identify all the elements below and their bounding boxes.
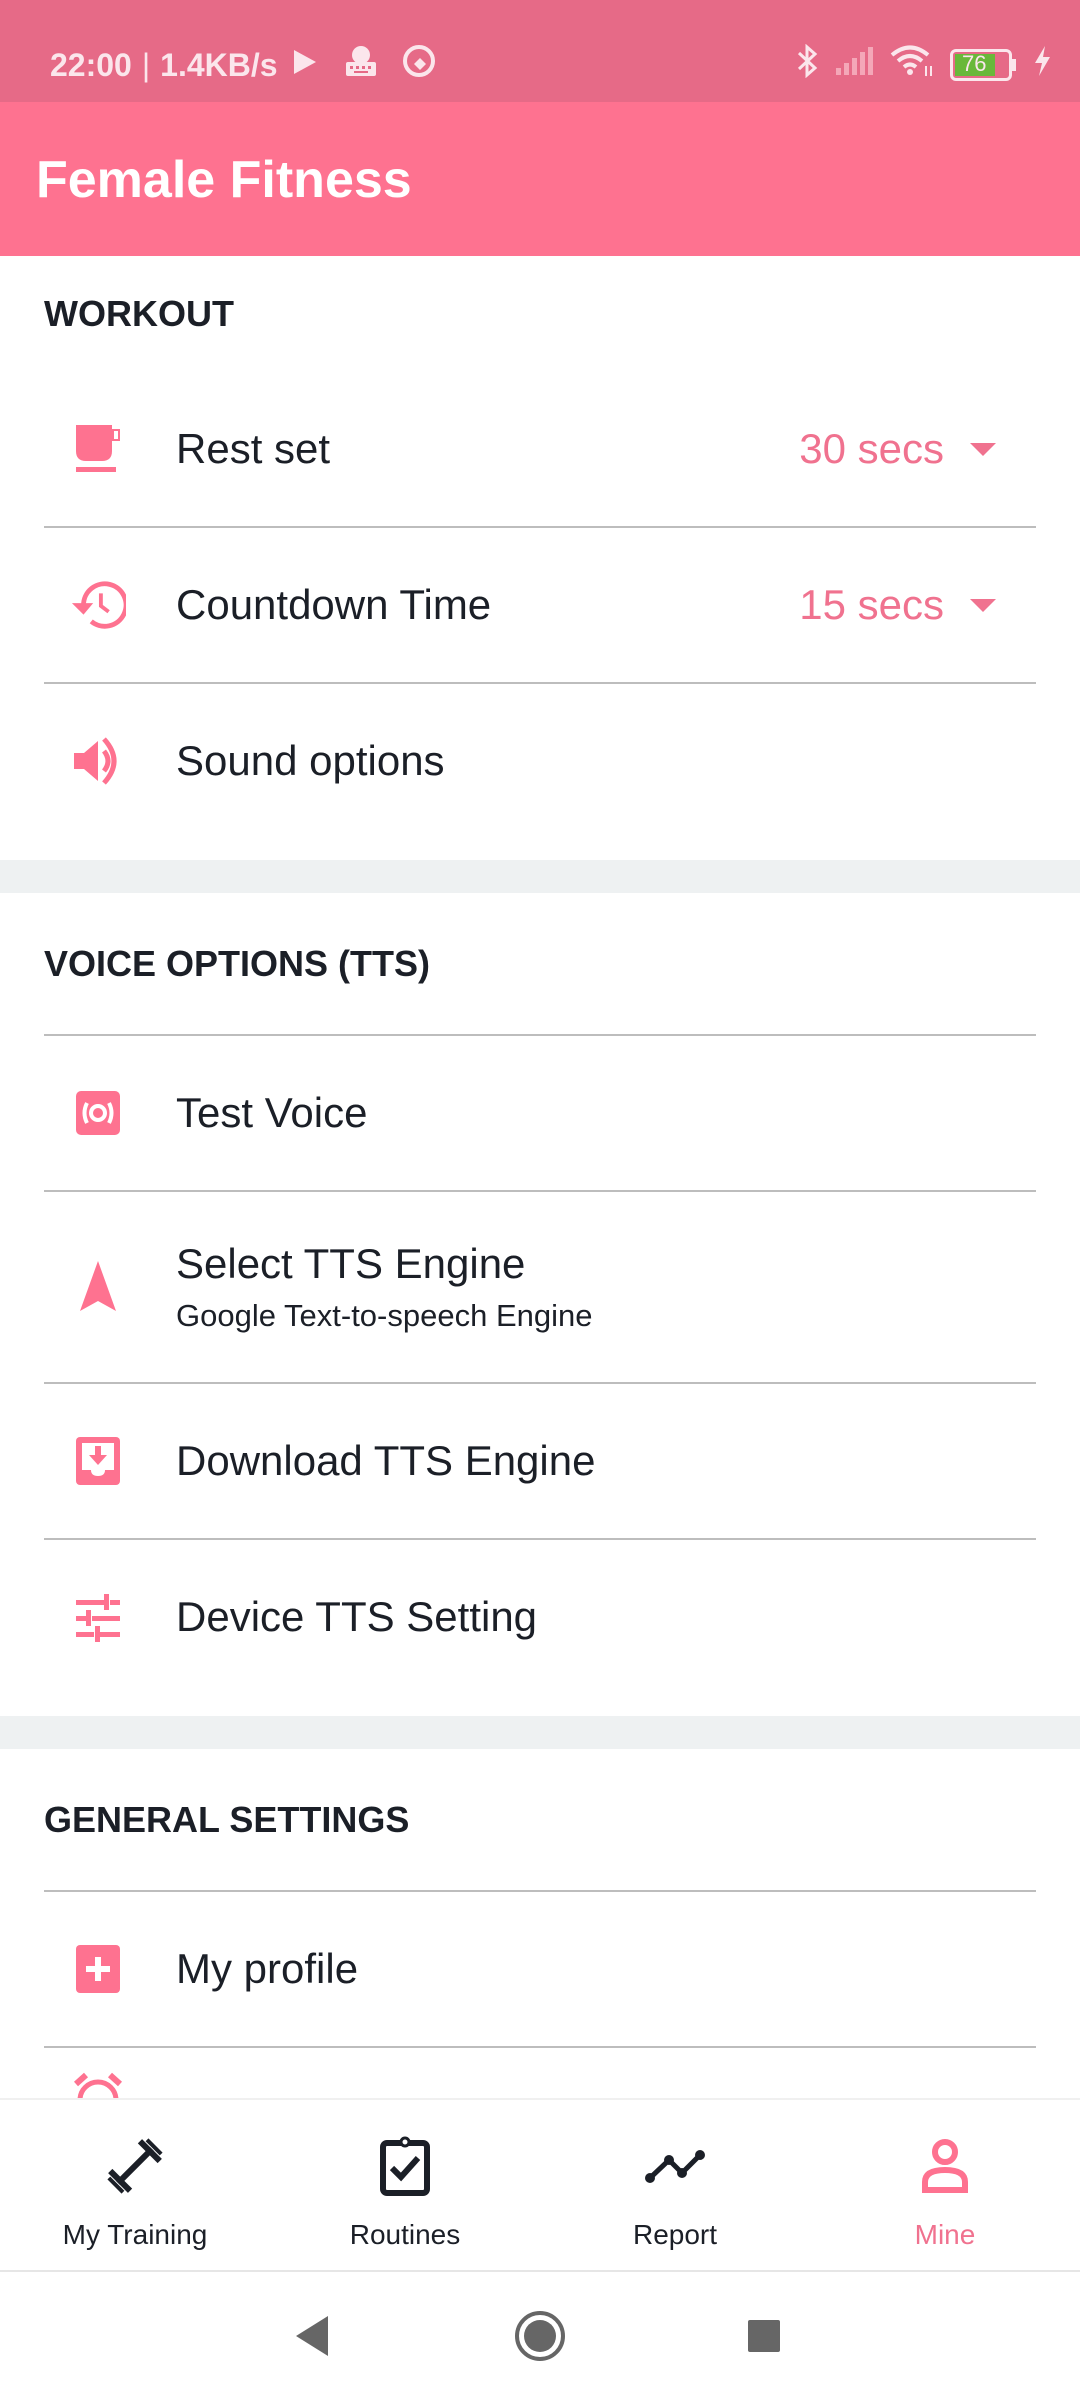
section-divider <box>0 1716 1080 1749</box>
bluetooth-icon <box>796 43 818 83</box>
section-general: GENERAL SETTINGS My profile <box>0 1749 1080 2098</box>
select-tts-engine-row[interactable]: Select TTS Engine Google Text-to-speech … <box>44 1190 1036 1382</box>
line-chart-icon <box>645 2136 705 2201</box>
test-voice-label: Test Voice <box>176 1089 368 1136</box>
history-clock-icon <box>70 577 126 633</box>
volume-icon <box>70 733 126 789</box>
countdown-time-value: 15 secs <box>799 581 944 628</box>
rest-set-label: Rest set <box>176 425 331 472</box>
status-bar: 22:00 | 1.4KB/s 76 <box>0 0 1080 102</box>
sound-options-row[interactable]: Sound options <box>44 682 1036 838</box>
clipboard-check-icon <box>375 2136 435 2201</box>
nav-report[interactable]: Report <box>540 2100 810 2272</box>
download-tts-engine-label: Download TTS Engine <box>176 1437 596 1484</box>
sound-options-label: Sound options <box>176 737 445 784</box>
rest-set-row[interactable]: Rest set 30 secs <box>44 372 1036 526</box>
section-title-general: GENERAL SETTINGS <box>44 1798 410 1840</box>
status-time: 22:00 <box>50 46 132 83</box>
section-title-voice: VOICE OPTIONS (TTS) <box>44 942 431 984</box>
back-button[interactable] <box>292 2314 332 2363</box>
status-net-speed: 1.4KB/s <box>160 46 278 83</box>
home-button[interactable] <box>514 2310 566 2367</box>
dropdown-caret-icon <box>970 442 996 456</box>
wifi-icon <box>890 44 934 83</box>
device-tts-setting-row[interactable]: Device TTS Setting <box>44 1538 1036 1694</box>
select-tts-engine-label: Select TTS Engine <box>176 1240 526 1287</box>
status-separator: | <box>141 46 151 83</box>
my-profile-row[interactable]: My profile <box>44 1890 1036 2046</box>
alarm-clock-icon <box>70 2070 126 2098</box>
nav-mine-label: Mine <box>914 2219 976 2250</box>
navigation-arrow-icon <box>70 1259 126 1315</box>
section-title-workout: WORKOUT <box>44 293 234 334</box>
dumbbell-icon <box>105 2136 165 2201</box>
recents-button[interactable] <box>746 2318 782 2359</box>
app-title: Female Fitness <box>36 151 412 209</box>
app-bar: Female Fitness <box>0 102 1080 256</box>
bottom-nav: My Training Routines Report Mine <box>0 2098 1080 2272</box>
download-box-icon <box>70 1433 126 1489</box>
selected-tts-engine: Google Text-to-speech Engine <box>176 1298 593 1333</box>
plus-box-icon <box>70 1941 126 1997</box>
rest-set-value: 30 secs <box>799 425 944 472</box>
reminder-row[interactable] <box>44 2046 1036 2098</box>
person-icon <box>915 2136 975 2201</box>
nav-my-training-label: My Training <box>62 2219 208 2250</box>
nav-routines[interactable]: Routines <box>270 2100 540 2272</box>
sliders-icon <box>70 1589 126 1645</box>
signal-icon <box>834 46 874 81</box>
download-tts-engine-row[interactable]: Download TTS Engine <box>44 1382 1036 1538</box>
coffee-cup-icon <box>70 421 126 477</box>
play-icon <box>292 47 318 84</box>
charging-icon <box>1032 45 1052 82</box>
q-app-icon <box>402 44 436 86</box>
speaker-test-icon <box>70 1085 126 1141</box>
rest-set-dropdown[interactable]: 30 secs <box>799 425 996 473</box>
section-divider <box>0 860 1080 893</box>
status-left: 22:00 | 1.4KB/s <box>50 44 436 86</box>
keyboard-app-icon <box>344 44 378 86</box>
device-tts-setting-label: Device TTS Setting <box>176 1593 538 1640</box>
my-profile-label: My profile <box>176 1945 359 1992</box>
battery-level: 76 <box>962 50 987 76</box>
test-voice-row[interactable]: Test Voice <box>44 1034 1036 1190</box>
nav-report-label: Report <box>632 2219 718 2250</box>
nav-mine[interactable]: Mine <box>810 2100 1080 2272</box>
countdown-time-label: Countdown Time <box>176 581 492 628</box>
settings-list[interactable]: WORKOUT Rest set 30 secs Countdown Time … <box>0 256 1080 2098</box>
dropdown-caret-icon <box>970 598 996 612</box>
section-voice: VOICE OPTIONS (TTS) Test Voice Select TT… <box>0 893 1080 1716</box>
system-nav-bar <box>0 2270 1080 2402</box>
nav-routines-label: Routines <box>349 2219 461 2250</box>
battery-icon: 76 <box>950 48 1016 81</box>
countdown-time-row[interactable]: Countdown Time 15 secs <box>44 526 1036 682</box>
countdown-time-dropdown[interactable]: 15 secs <box>799 581 996 629</box>
nav-my-training[interactable]: My Training <box>0 2100 270 2272</box>
section-workout: WORKOUT Rest set 30 secs Countdown Time … <box>0 256 1080 860</box>
status-right: 76 <box>796 43 1052 83</box>
